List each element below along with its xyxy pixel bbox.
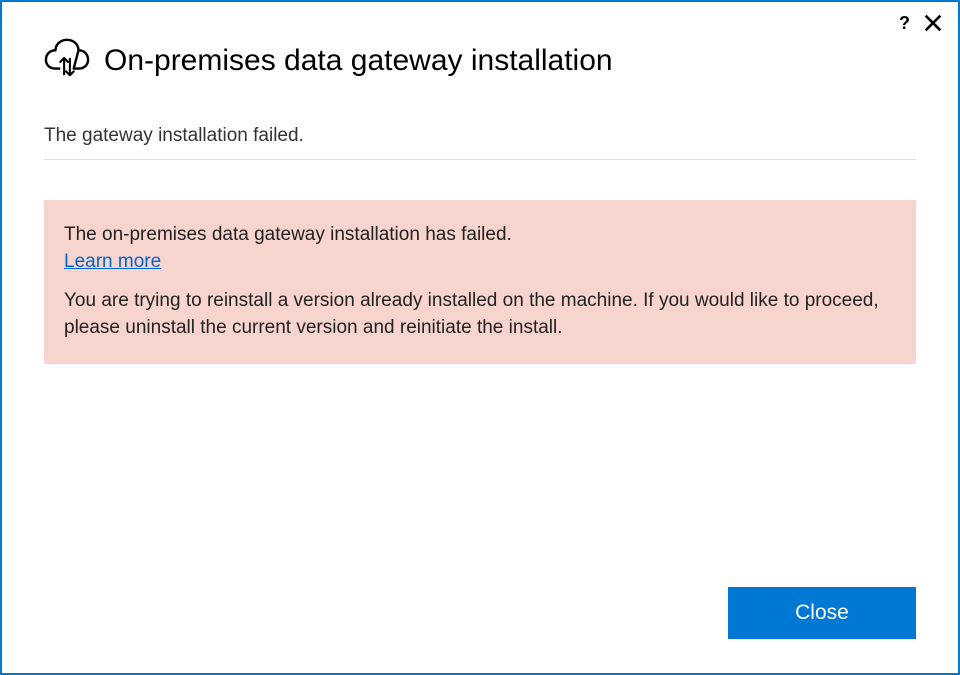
close-button[interactable]: Close	[728, 587, 916, 639]
status-message: The gateway installation failed.	[44, 125, 916, 160]
dialog-footer: Close	[2, 587, 958, 673]
learn-more-link[interactable]: Learn more	[64, 251, 161, 273]
error-detail: You are trying to reinstall a version al…	[64, 287, 896, 342]
installer-dialog: ? On-premises data gateway installation …	[0, 0, 960, 675]
help-icon[interactable]: ?	[899, 14, 910, 32]
titlebar-controls: ?	[899, 12, 944, 34]
error-panel: The on-premises data gateway installatio…	[44, 200, 916, 364]
dialog-title: On-premises data gateway installation	[104, 44, 613, 78]
close-icon[interactable]	[922, 12, 944, 34]
dialog-header: On-premises data gateway installation	[2, 2, 958, 85]
cloud-gateway-icon	[44, 36, 90, 85]
error-title: The on-premises data gateway installatio…	[64, 222, 896, 249]
